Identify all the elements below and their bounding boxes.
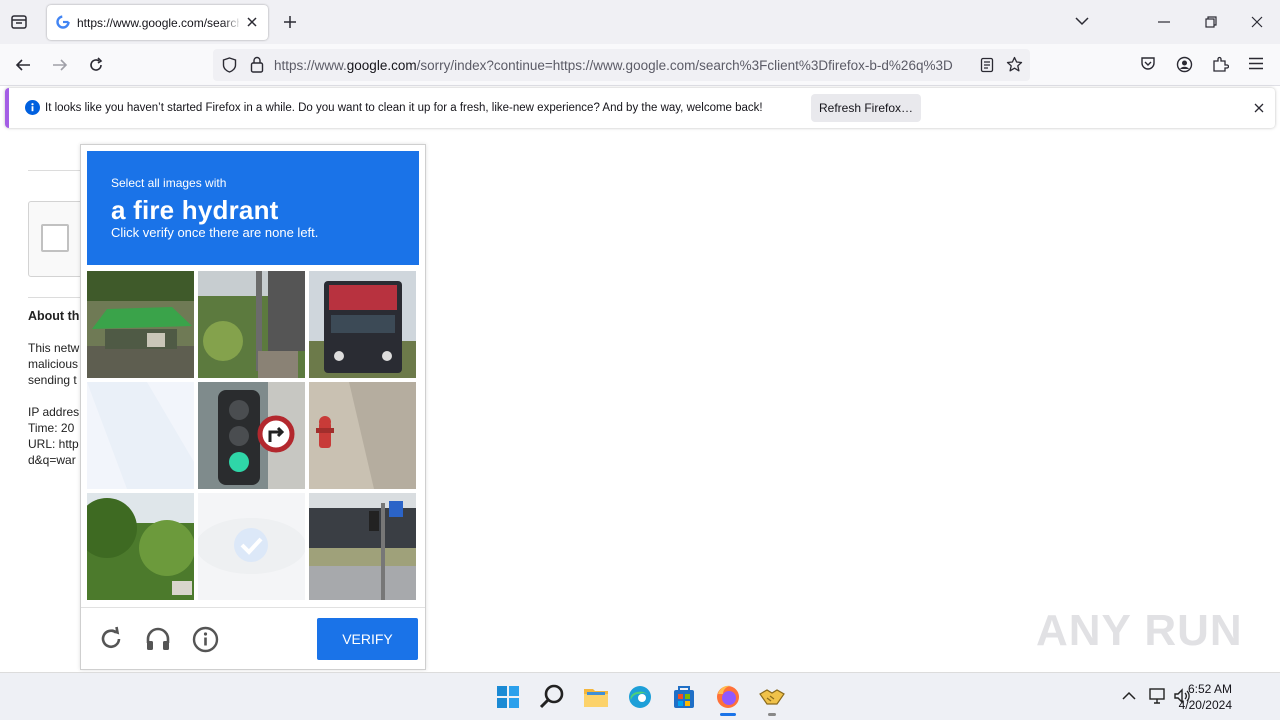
captcha-challenge-popup: Select all images with a fire hydrant Cl…: [80, 144, 426, 670]
tracking-protection-shield-icon[interactable]: [222, 57, 237, 73]
tile-truck[interactable]: [309, 271, 416, 378]
url-domain: google.com: [346, 58, 417, 73]
close-tab-icon[interactable]: [246, 16, 258, 28]
tile-lamp-post-garden[interactable]: [198, 271, 305, 378]
time-line: Time: 20: [28, 421, 75, 435]
captcha-target: a fire hydrant: [111, 195, 279, 225]
tile-street-sign[interactable]: [309, 493, 416, 600]
forward-arrow-icon[interactable]: [52, 57, 68, 73]
captcha-footer-divider: [81, 607, 425, 608]
close-window-icon[interactable]: [1251, 16, 1263, 28]
start-windows-icon[interactable]: [491, 680, 525, 714]
about-heading: About th: [28, 309, 80, 323]
navigation-toolbar: https://www.google.com/sorry/index?conti…: [0, 44, 1280, 86]
para-line-1: This netw: [28, 341, 80, 355]
lock-icon[interactable]: [250, 56, 264, 73]
tab-title: https://www.google.com/search?client=fir…: [77, 16, 239, 30]
tab-active[interactable]: https://www.google.com/search?client=fir…: [47, 5, 268, 40]
tile-fire-hydrant[interactable]: [309, 382, 416, 489]
tile-green-tent[interactable]: [87, 271, 194, 378]
close-notification-icon[interactable]: [1254, 103, 1264, 113]
info-icon: [25, 100, 40, 115]
firefox-view-icon[interactable]: [10, 13, 28, 31]
reload-icon[interactable]: [88, 57, 104, 73]
page-divider-top: [28, 170, 88, 171]
para-line-3: sending t: [28, 373, 77, 387]
url-line: URL: http: [28, 437, 79, 451]
refresh-firefox-button[interactable]: Refresh Firefox…: [811, 94, 921, 122]
pocket-icon[interactable]: [1140, 56, 1156, 72]
verify-button[interactable]: VERIFY: [317, 618, 418, 660]
list-all-tabs-chevron-icon[interactable]: [1075, 16, 1089, 26]
notification-message: It looks like you haven’t started Firefo…: [45, 102, 763, 114]
captcha-note: Click verify once there are none left.: [111, 225, 319, 240]
tab-strip: https://www.google.com/search?client=fir…: [0, 0, 1280, 44]
minimize-icon[interactable]: [1158, 21, 1170, 23]
tile-faded[interactable]: [87, 382, 194, 489]
url-text[interactable]: https://www.google.com/sorry/index?conti…: [274, 58, 970, 73]
tile-selected-check[interactable]: [198, 493, 305, 600]
ip-address-line: IP addres: [28, 405, 80, 419]
google-favicon-icon: [56, 15, 70, 29]
edge-browser-icon[interactable]: [623, 680, 657, 714]
help-info-icon[interactable]: [192, 626, 219, 653]
url-bar[interactable]: https://www.google.com/sorry/index?conti…: [213, 49, 1030, 81]
show-hidden-icons-chevron-icon[interactable]: [1122, 691, 1136, 701]
notification-bar: It looks like you haven’t started Firefo…: [5, 88, 1275, 128]
account-icon[interactable]: [1176, 56, 1193, 73]
search-icon[interactable]: [535, 680, 569, 714]
captcha-instruction: Select all images with: [111, 176, 227, 190]
captcha-header: Select all images with a fire hydrant Cl…: [87, 151, 419, 265]
tab-title-fade: [223, 11, 241, 33]
tile-traffic-light[interactable]: [198, 382, 305, 489]
reader-view-icon[interactable]: [980, 57, 994, 73]
tile-trees[interactable]: [87, 493, 194, 600]
new-tab-icon[interactable]: [283, 15, 297, 29]
url-line-cont: d&q=war: [28, 453, 76, 467]
url-prefix: https://www.: [274, 58, 347, 73]
running-app-indicator: [768, 713, 776, 716]
file-explorer-folder-icon[interactable]: [579, 680, 613, 714]
taskbar: 6:52 AM 4/20/2024: [0, 672, 1280, 720]
extensions-puzzle-icon[interactable]: [1212, 56, 1229, 73]
recaptcha-checkbox-widget: [28, 201, 88, 277]
restore-icon[interactable]: [1205, 16, 1217, 28]
anyrun-watermark: ANY RUN: [1036, 606, 1243, 655]
app-menu-hamburger-icon[interactable]: [1249, 57, 1263, 70]
audio-challenge-headphones-icon[interactable]: [144, 625, 172, 653]
bookmark-star-icon[interactable]: [1006, 56, 1023, 73]
handshake-app-icon[interactable]: [755, 680, 789, 716]
url-path: /sorry/index?continue=https://www.google…: [416, 58, 953, 73]
desktop: https://www.google.com/search?client=fir…: [0, 0, 1280, 720]
firefox-taskbar-icon[interactable]: [711, 680, 745, 716]
clock-date[interactable]: 4/20/2024: [1152, 698, 1232, 712]
page-divider-bottom: [28, 297, 88, 298]
microsoft-store-icon[interactable]: [667, 680, 701, 714]
active-app-indicator: [720, 713, 736, 716]
para-line-2: malicious: [28, 357, 79, 371]
reload-challenge-icon[interactable]: [98, 626, 124, 652]
back-arrow-icon[interactable]: [15, 57, 31, 73]
recaptcha-checkbox[interactable]: [41, 224, 69, 252]
clock-time[interactable]: 6:52 AM: [1152, 682, 1232, 696]
